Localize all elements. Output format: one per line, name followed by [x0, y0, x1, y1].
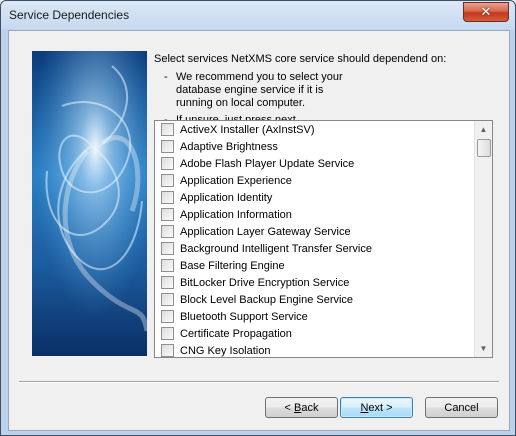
checkbox[interactable]: [161, 174, 174, 187]
services-checklist[interactable]: ActiveX Installer (AxInstSV) Adaptive Br…: [154, 120, 493, 358]
next-button[interactable]: Next >: [340, 397, 413, 418]
next-rest: ext: [368, 401, 384, 414]
list-item[interactable]: ActiveX Installer (AxInstSV): [155, 121, 473, 138]
next-accel: N: [360, 401, 369, 414]
list-item[interactable]: Bluetooth Support Service: [155, 308, 473, 325]
service-label: Application Layer Gateway Service: [180, 225, 351, 238]
back-rest: ack: [301, 401, 319, 414]
back-prefix: <: [284, 401, 294, 414]
list-item[interactable]: Background Intelligent Transfer Service: [155, 240, 473, 257]
service-label: Adobe Flash Player Update Service: [180, 157, 355, 170]
service-label: Adaptive Brightness: [180, 140, 278, 153]
scroll-up-icon[interactable]: ▲: [475, 121, 492, 138]
divider: [19, 381, 499, 383]
service-label: ActiveX Installer (AxInstSV): [180, 123, 315, 136]
checkbox[interactable]: [161, 276, 174, 289]
service-label: BitLocker Drive Encryption Service: [180, 276, 350, 289]
hint-list: - We recommend you to select your databa…: [164, 71, 344, 127]
scroll-thumb[interactable]: [477, 139, 491, 157]
list-item[interactable]: Base Filtering Engine: [155, 257, 473, 274]
close-icon: ✕: [480, 4, 492, 20]
service-label: Application Identity: [180, 191, 273, 204]
scroll-down-icon[interactable]: ▼: [475, 340, 492, 357]
service-label: Certificate Propagation: [180, 327, 292, 340]
service-label: Block Level Backup Engine Service: [180, 293, 354, 306]
list-item[interactable]: Adaptive Brightness: [155, 138, 473, 155]
next-suffix: >: [383, 401, 393, 414]
dialog-client-area: Select services NetXMS core service shou…: [8, 30, 510, 431]
checkbox[interactable]: [161, 344, 174, 357]
list-item[interactable]: Application Information: [155, 206, 473, 223]
service-label: Base Filtering Engine: [180, 259, 285, 272]
title-bar[interactable]: Service Dependencies ✕: [1, 1, 515, 29]
close-button[interactable]: ✕: [463, 2, 509, 22]
hint-item: - We recommend you to select your databa…: [164, 71, 344, 110]
list-item[interactable]: Application Layer Gateway Service: [155, 223, 473, 240]
checkbox[interactable]: [161, 293, 174, 306]
vertical-scrollbar[interactable]: ▲ ▼: [474, 121, 492, 357]
list-item[interactable]: Application Experience: [155, 172, 473, 189]
back-button[interactable]: < Back: [265, 397, 338, 418]
instruction-text: Select services NetXMS core service shou…: [154, 53, 447, 65]
checkbox[interactable]: [161, 140, 174, 153]
wizard-side-image: [32, 51, 147, 356]
list-item[interactable]: Application Identity: [155, 189, 473, 206]
service-label: CNG Key Isolation: [180, 344, 271, 357]
service-label: Bluetooth Support Service: [180, 310, 308, 323]
checkbox[interactable]: [161, 242, 174, 255]
bullet-dash: -: [164, 71, 168, 83]
checkbox[interactable]: [161, 123, 174, 136]
list-item[interactable]: Certificate Propagation: [155, 325, 473, 342]
list-item[interactable]: BitLocker Drive Encryption Service: [155, 274, 473, 291]
checkbox[interactable]: [161, 327, 174, 340]
wizard-window: Service Dependencies ✕ Select services N…: [0, 0, 516, 436]
service-label: Application Experience: [180, 174, 292, 187]
window-title: Service Dependencies: [9, 8, 130, 22]
list-item[interactable]: Block Level Backup Engine Service: [155, 291, 473, 308]
back-accel: B: [294, 401, 302, 414]
hint-text: We recommend you to select your database…: [176, 71, 343, 109]
service-label: Application Information: [180, 208, 292, 221]
checkbox[interactable]: [161, 310, 174, 323]
list-item[interactable]: Adobe Flash Player Update Service: [155, 155, 473, 172]
checkbox[interactable]: [161, 191, 174, 204]
service-label: Background Intelligent Transfer Service: [180, 242, 372, 255]
checkbox[interactable]: [161, 157, 174, 170]
cancel-button[interactable]: Cancel: [425, 397, 498, 418]
checkbox[interactable]: [161, 208, 174, 221]
services-list: ActiveX Installer (AxInstSV) Adaptive Br…: [155, 121, 473, 357]
list-item[interactable]: CNG Key Isolation: [155, 342, 473, 357]
checkbox[interactable]: [161, 225, 174, 238]
checkbox[interactable]: [161, 259, 174, 272]
